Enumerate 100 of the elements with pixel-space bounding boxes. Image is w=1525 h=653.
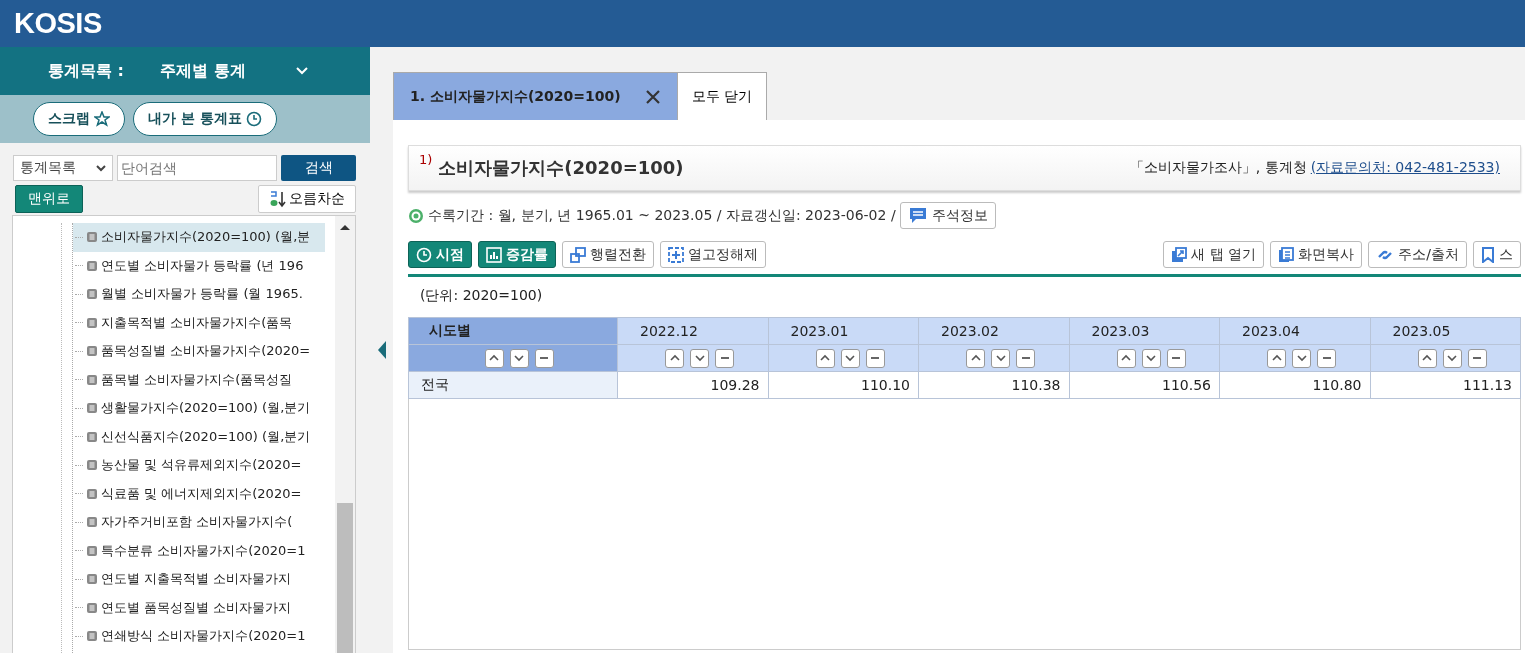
tree-item[interactable]: 월별 소비자물가 등락률 (월 1965. [73, 280, 325, 309]
sort-ascending-button[interactable] [815, 348, 835, 368]
document-icon [86, 573, 98, 586]
sort-descending-button[interactable] [1442, 348, 1462, 368]
bookmark-icon [1481, 246, 1495, 263]
catalog-dropdown[interactable]: 주제별 통계 [159, 60, 246, 82]
sort-ascending-button[interactable] [484, 348, 504, 368]
remove-button[interactable] [534, 348, 554, 368]
toolbar-button[interactable]: 열고정해제 [660, 241, 766, 268]
sort-ascending-button[interactable] [1116, 348, 1136, 368]
remove-button[interactable] [715, 348, 735, 368]
contact-link[interactable]: (자료문의처: 042-481-2533) [1310, 159, 1500, 177]
remove-button[interactable] [1166, 348, 1186, 368]
close-icon[interactable] [644, 88, 661, 105]
sort-descending-button[interactable] [991, 348, 1011, 368]
column-header: 2023.03 [1069, 317, 1220, 345]
sort-ascending-button[interactable] [1267, 348, 1287, 368]
tree-item[interactable]: 자가주거비포함 소비자물가지수( [73, 508, 325, 537]
tree-item[interactable]: 연도별 지출목적별 소비자물가지 [73, 565, 325, 594]
sort-descending-button[interactable] [509, 348, 529, 368]
comment-icon [907, 206, 928, 225]
column-header: 2023.02 [918, 317, 1069, 345]
row-header: 시도별 [408, 317, 618, 345]
close-all-button[interactable]: 모두 닫기 [677, 72, 768, 120]
clock-icon [416, 246, 432, 263]
toolbar-button[interactable]: 시점 [408, 241, 472, 268]
toolbar-button[interactable]: 화면복사 [1270, 241, 1363, 268]
unit-label: (단위: 2020=100) [420, 287, 544, 305]
sort-ascending-button[interactable] [1417, 348, 1437, 368]
tree-item[interactable]: 지출목적별 소비자물가지수(품목 [73, 308, 325, 337]
logo[interactable]: KOSIS [14, 7, 102, 40]
column-header: 2022.12 [617, 317, 768, 345]
scroll-up-arrow-icon[interactable] [340, 224, 350, 230]
tree-item[interactable]: 연도별 품목성질별 소비자물가지 [73, 593, 325, 622]
toolbar-button[interactable]: 새 탭 열기 [1163, 241, 1265, 268]
minus-icon [1321, 354, 1332, 362]
minus-icon [1472, 354, 1483, 362]
tree-item[interactable]: 품목별 소비자물가지수(품목성질 [73, 365, 325, 394]
caret-up-icon [669, 354, 680, 362]
minus-icon [719, 354, 730, 362]
minus-icon [1171, 354, 1182, 362]
table-cell: 110.80 [1219, 371, 1370, 399]
column-header: 2023.05 [1370, 317, 1521, 345]
tree-item[interactable]: 특수분류 소비자물가지수(2020=1 [73, 536, 325, 565]
toolbar-button[interactable]: 스 [1473, 241, 1521, 268]
notes-button[interactable]: 주석정보 [899, 202, 996, 229]
document-icon [86, 544, 98, 557]
caret-down-icon [1296, 354, 1307, 362]
document-icon [86, 316, 98, 329]
sort-descending-button[interactable] [1292, 348, 1312, 368]
chevron-down-icon [96, 164, 106, 172]
minus-icon [539, 354, 549, 362]
tree-item[interactable]: 소비자물가지수(2020=100) (월,분 [73, 223, 325, 252]
squares-icon [570, 246, 586, 263]
scope-dropdown[interactable]: 통계목록 [13, 155, 113, 181]
caret-down-icon [845, 354, 856, 362]
history-button[interactable]: 내가 본 통계표 [133, 102, 277, 136]
document-icon [86, 430, 98, 443]
caret-down-icon [1447, 354, 1458, 362]
frame-plus-icon [668, 246, 684, 263]
toolbar-button[interactable]: 증감률 [478, 241, 556, 268]
tab[interactable]: 1. 소비자물가지수(2020=100) [393, 72, 678, 120]
footnote-mark[interactable]: 1) [419, 152, 433, 167]
sort-ascending-button[interactable] [966, 348, 986, 368]
collapse-arrow-icon[interactable] [376, 340, 387, 360]
minus-icon [1020, 354, 1031, 362]
tree-item[interactable]: 생활물가지수(2020=100) (월,분기 [73, 394, 325, 423]
sort-descending-button[interactable] [1141, 348, 1161, 368]
table-cell: 110.10 [768, 371, 919, 399]
sort-button[interactable]: 오름차순 [258, 185, 356, 213]
remove-button[interactable] [1467, 348, 1487, 368]
toolbar-button[interactable]: 주소/출처 [1368, 241, 1467, 268]
document-icon [86, 402, 98, 415]
new-window-icon [1171, 246, 1188, 263]
tree-item[interactable]: 연도별 소비자물가 등락률 (년 196 [73, 251, 325, 280]
sort-descending-button[interactable] [690, 348, 710, 368]
sort-ascending-button[interactable] [665, 348, 685, 368]
scrap-button[interactable]: 스크랩 [33, 102, 126, 136]
caret-up-icon [820, 354, 831, 362]
search-button[interactable]: 검색 [281, 155, 356, 181]
column-header: 2023.04 [1219, 317, 1370, 345]
search-field[interactable]: 단어검색 [117, 155, 277, 181]
scrollbar[interactable] [335, 216, 355, 653]
chevron-down-icon[interactable] [295, 67, 308, 75]
remove-button[interactable] [865, 348, 885, 368]
table-cell: 110.56 [1069, 371, 1220, 399]
tree-item[interactable]: 농산물 및 석유류제외지수(2020= [73, 451, 325, 480]
remove-button[interactable] [1016, 348, 1036, 368]
tree-item[interactable]: 식료품 및 에너지제외지수(2020= [73, 479, 325, 508]
bar-chart-icon [486, 246, 502, 263]
remove-button[interactable] [1317, 348, 1337, 368]
top-button[interactable]: 맨위로 [15, 185, 83, 213]
sort-icon [269, 190, 287, 208]
document-icon [86, 231, 98, 244]
toolbar-button[interactable]: 행렬전환 [562, 241, 654, 268]
tree-item[interactable]: 품목성질별 소비자물가지수(2020= [73, 337, 325, 366]
sort-descending-button[interactable] [840, 348, 860, 368]
period-info: 수록기간 : 월, 분기, 년 1965.01 ~ 2023.05 / 자료갱신일: 2023-06-02 / [428, 206, 896, 225]
tree-item[interactable]: 신선식품지수(2020=100) (월,분기 [73, 422, 325, 451]
tree-item[interactable]: 연쇄방식 소비자물가지수(2020=1 [73, 622, 325, 651]
